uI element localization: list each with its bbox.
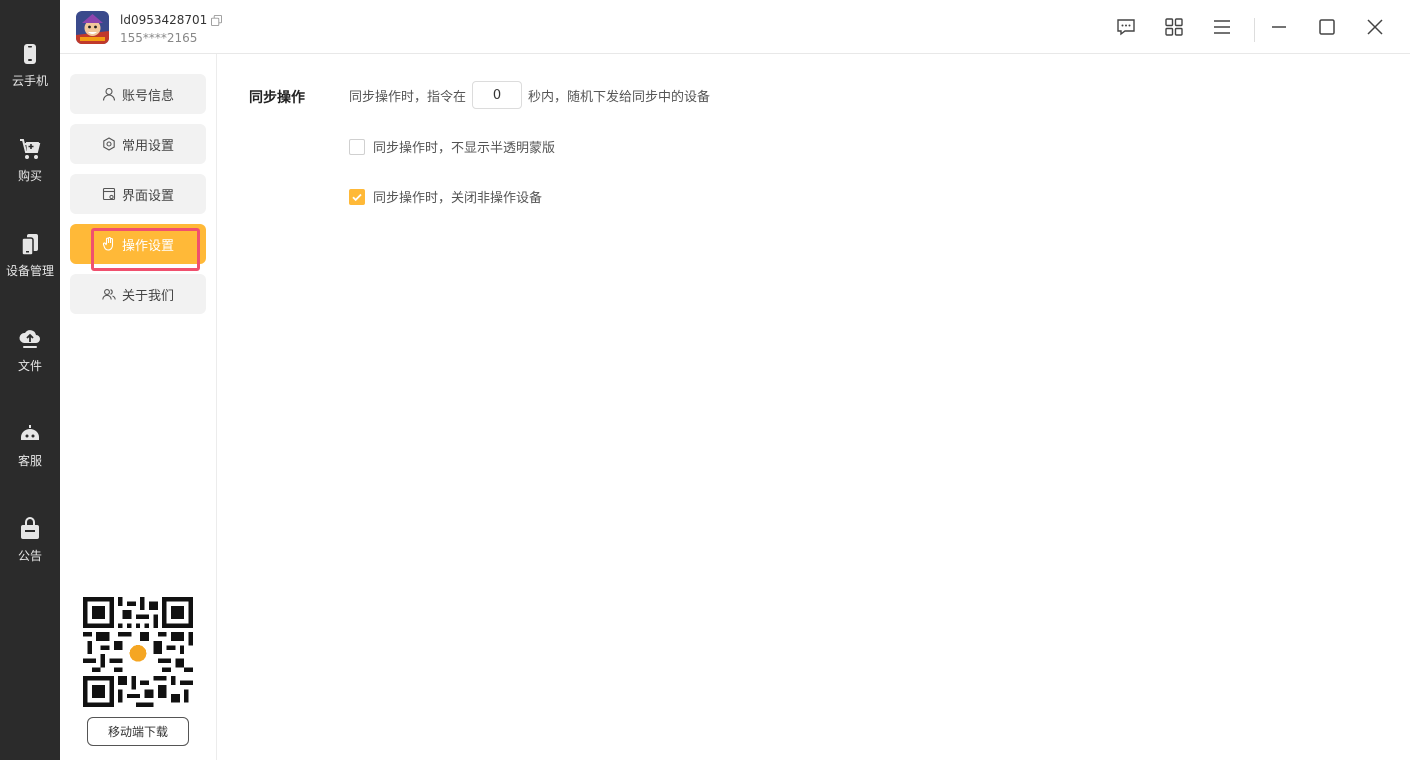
minimize-button[interactable]	[1269, 17, 1289, 37]
app-window: 云手机 购买 设备管理 文件 客服 公告 ld0953428701 155***…	[0, 0, 1410, 760]
sidebar-item-about-us[interactable]: 关于我们	[70, 274, 206, 314]
sidebar-item-label: 界面设置	[121, 188, 174, 204]
sidebar-item-label: 常用设置	[121, 138, 174, 154]
support-icon	[21, 425, 39, 440]
avatar[interactable]	[76, 11, 109, 44]
section-title: 同步操作	[249, 90, 305, 106]
sync-delay-row: 同步操作时，指令在 秒内，随机下发给同步中的设备	[349, 81, 710, 109]
settings-content: 同步操作 同步操作时，指令在 秒内，随机下发给同步中的设备 同步操作时，不显示半…	[217, 54, 1410, 760]
close-non-operating-checkbox[interactable]	[349, 188, 365, 205]
title-bar: ld0953428701 155****2165	[60, 0, 1410, 54]
rail-item-label: 购买	[17, 169, 42, 183]
menu-button[interactable]	[1212, 17, 1232, 37]
rail-item-support[interactable]: 客服	[0, 422, 60, 492]
sync-delay-input[interactable]	[472, 81, 523, 109]
users-icon	[102, 289, 116, 300]
main-nav-rail: 云手机 购买 设备管理 文件 客服 公告	[0, 0, 60, 760]
window-settings-icon	[102, 187, 116, 201]
checkmark-icon	[352, 193, 362, 201]
copy-icon[interactable]	[211, 14, 223, 26]
sidebar-item-ui-settings[interactable]: 界面设置	[70, 174, 206, 214]
hide-mask-option[interactable]: 同步操作时，不显示半透明蒙版	[349, 137, 555, 156]
close-icon	[1367, 19, 1383, 35]
hamburger-menu-icon	[1214, 20, 1230, 34]
sync-delay-suffix: 秒内，随机下发给同步中的设备	[528, 89, 711, 105]
sidebar-item-account-info[interactable]: 账号信息	[70, 74, 206, 114]
close-non-operating-option[interactable]: 同步操作时，关闭非操作设备	[349, 187, 542, 206]
rail-item-label: 文件	[17, 359, 42, 373]
grid-icon	[1165, 18, 1183, 36]
sidebar-item-label: 账号信息	[121, 88, 174, 104]
notice-icon	[21, 517, 39, 539]
username-text: ld0953428701	[120, 13, 208, 27]
cloud-upload-icon	[19, 330, 40, 348]
toolbar-divider	[1254, 18, 1255, 42]
close-button[interactable]	[1365, 17, 1385, 37]
rail-item-buy[interactable]: 购买	[0, 137, 60, 207]
hand-icon	[102, 237, 114, 251]
avatar-image	[76, 11, 109, 44]
sync-delay-prefix: 同步操作时，指令在	[349, 89, 467, 105]
sidebar-item-common-settings[interactable]: 常用设置	[70, 124, 206, 164]
message-button[interactable]	[1116, 17, 1136, 37]
qr-code	[83, 597, 193, 707]
hide-mask-checkbox[interactable]	[349, 138, 365, 155]
rail-item-label: 设备管理	[5, 264, 54, 278]
sidebar-item-label: 关于我们	[121, 288, 174, 304]
rail-item-label: 客服	[17, 454, 42, 468]
maximize-icon	[1319, 19, 1335, 35]
maximize-button[interactable]	[1317, 17, 1337, 37]
hide-mask-label: 同步操作时，不显示半透明蒙版	[373, 141, 556, 156]
sidebar-item-operation-settings[interactable]: 操作设置	[70, 224, 206, 264]
sidebar-item-label: 操作设置	[121, 238, 174, 254]
user-icon	[102, 87, 116, 101]
devices-icon	[21, 234, 38, 256]
username: ld0953428701	[120, 13, 223, 27]
settings-sidebar: 账号信息 常用设置 界面设置 操作设置 关于我们 移动端下载	[60, 54, 217, 760]
gear-icon	[103, 137, 115, 151]
message-icon	[1117, 19, 1135, 36]
rail-item-cloud-phone[interactable]: 云手机	[0, 42, 60, 112]
grid-view-button[interactable]	[1164, 17, 1184, 37]
minimize-icon	[1272, 26, 1286, 28]
close-non-operating-label: 同步操作时，关闭非操作设备	[373, 191, 543, 206]
user-phone: 155****2165	[120, 31, 198, 45]
rail-item-label: 公告	[17, 549, 42, 563]
rail-item-label: 云手机	[11, 74, 48, 88]
rail-item-files[interactable]: 文件	[0, 327, 60, 397]
rail-item-device-manage[interactable]: 设备管理	[0, 232, 60, 302]
rail-item-notice[interactable]: 公告	[0, 517, 60, 587]
mobile-download-button[interactable]: 移动端下载	[87, 717, 189, 746]
cart-icon	[20, 139, 41, 159]
phone-icon	[24, 44, 36, 64]
